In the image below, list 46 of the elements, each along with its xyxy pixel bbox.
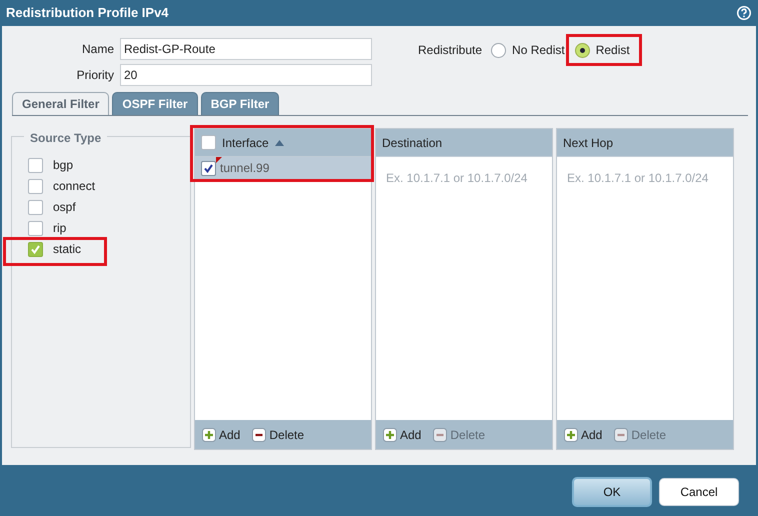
field-label: Priority: [76, 67, 114, 84]
field-label: Name: [80, 41, 114, 58]
plus-icon: [383, 428, 397, 442]
checkbox[interactable]: [28, 242, 43, 256]
text-field[interactable]: 20: [120, 64, 372, 86]
checkbox-label: bgp: [53, 157, 74, 174]
placeholder-text: Ex. 10.1.7.1 or 10.1.7.0/24: [566, 170, 710, 187]
tab[interactable]: General Filter: [12, 92, 110, 115]
placeholder-text: Ex. 10.1.7.1 or 10.1.7.0/24: [385, 170, 528, 187]
add-button[interactable]: Add: [202, 426, 240, 444]
checkbox[interactable]: [28, 178, 43, 194]
minus-icon: [252, 428, 266, 442]
cell-text: tunnel.99: [220, 160, 270, 177]
radio-label: No Redist: [512, 42, 565, 59]
checkbox-label: static: [53, 241, 82, 258]
column-header[interactable]: Interface: [195, 129, 371, 157]
field-label: Redistribute: [418, 42, 482, 59]
cancel-button[interactable]: Cancel: [659, 478, 739, 506]
plus-icon: [202, 428, 216, 442]
ok-button[interactable]: OK: [572, 476, 652, 506]
add-button[interactable]: Add: [383, 426, 422, 444]
minus-icon: [614, 428, 628, 442]
column-header[interactable]: Next Hop: [557, 129, 733, 157]
column-header[interactable]: Destination: [376, 129, 552, 157]
column-title: Next Hop: [563, 134, 614, 152]
text-field[interactable]: Redist-GP-Route: [120, 38, 372, 60]
checkbox-label: connect: [53, 178, 96, 195]
column-title: Destination: [382, 134, 442, 152]
window-title: Redistribution Profile IPv4: [6, 4, 169, 22]
checkbox[interactable]: [28, 200, 43, 214]
plus-icon: [564, 428, 578, 442]
grid-row[interactable]: tunnel.99: [195, 157, 371, 179]
radio-button[interactable]: [491, 42, 506, 58]
column-title: Interface: [222, 134, 269, 152]
checkbox[interactable]: [28, 220, 43, 236]
checkbox[interactable]: [201, 160, 216, 176]
help-icon[interactable]: [736, 5, 752, 21]
checkbox-label: ospf: [53, 199, 76, 216]
minus-icon: [433, 428, 448, 442]
radio-button[interactable]: [574, 42, 590, 58]
delete-button[interactable]: Delete: [252, 426, 304, 444]
checkbox-label: rip: [53, 220, 66, 237]
checkbox[interactable]: [28, 158, 43, 172]
checkbox[interactable]: [201, 135, 216, 150]
radio-label: Redist: [596, 42, 630, 59]
add-button[interactable]: Add: [564, 426, 602, 444]
